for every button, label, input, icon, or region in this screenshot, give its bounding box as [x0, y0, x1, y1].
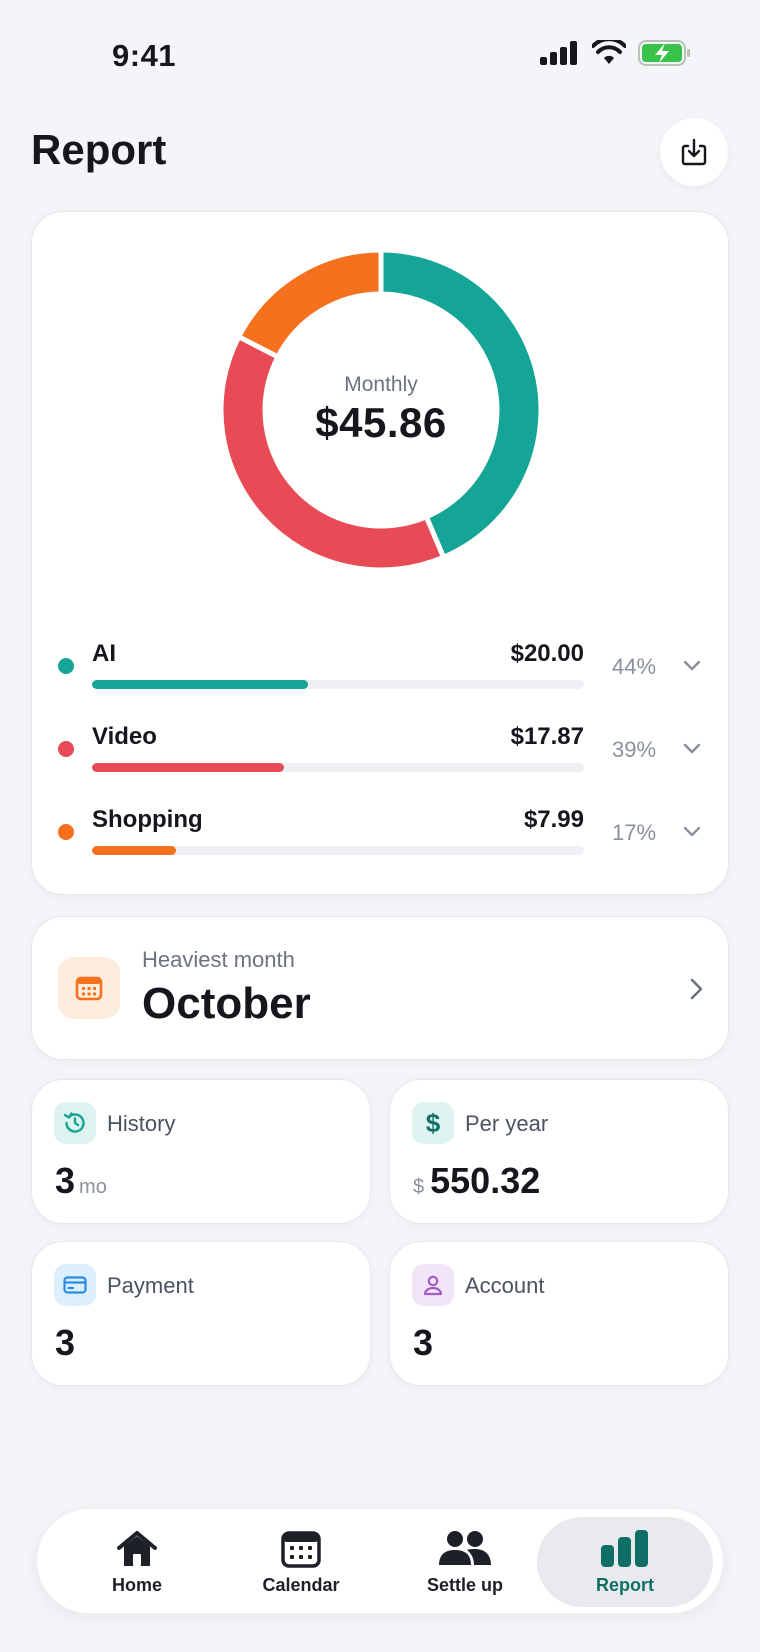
donut-chart: Monthly $45.86 — [213, 242, 549, 578]
category-name: AI — [92, 640, 116, 667]
user-icon — [423, 1275, 443, 1296]
status-icons — [540, 40, 692, 66]
download-icon — [681, 138, 707, 166]
category-row-shopping[interactable]: Shopping $7.99 17% — [32, 802, 730, 872]
category-progress-fill — [92, 680, 309, 689]
tab-report-label: Report — [596, 1574, 654, 1595]
category-amount: $7.99 — [523, 806, 584, 833]
calendar-icon — [281, 1530, 321, 1568]
tab-settle-up[interactable]: Settle up — [377, 1517, 553, 1607]
tab-bar: Home Calendar Settle up Report — [36, 1508, 724, 1614]
per-year-stat-card[interactable]: $ Per year $550.32 — [389, 1079, 729, 1224]
history-value-number: 3 — [55, 1160, 76, 1201]
category-amount: $17.87 — [510, 723, 584, 750]
donut-center-value: $45.86 — [315, 399, 447, 446]
history-unit: mo — [79, 1176, 107, 1198]
category-name: Video — [92, 723, 157, 750]
tab-report[interactable]: Report — [537, 1517, 713, 1607]
chevron-down-icon[interactable] — [680, 820, 704, 844]
category-progress-fill — [92, 763, 284, 772]
export-button[interactable] — [660, 118, 728, 186]
category-progress-track — [92, 846, 584, 855]
category-dot — [58, 741, 74, 757]
tab-calendar-label: Calendar — [262, 1574, 340, 1595]
tab-home[interactable]: Home — [49, 1517, 225, 1607]
category-progress-track — [92, 680, 584, 689]
category-percent: 39% — [612, 737, 657, 762]
per-year-icon-box: $ — [412, 1102, 454, 1144]
category-row-video[interactable]: Video $17.87 39% — [32, 719, 730, 789]
spending-breakdown-card: Monthly $45.86 AI $20.00 44% Video $17.8… — [31, 211, 729, 895]
category-name: Shopping — [92, 806, 203, 833]
category-dot — [58, 658, 74, 674]
payment-label: Payment — [107, 1273, 194, 1298]
status-bar: 9:41 — [0, 0, 760, 110]
payment-icon-box — [54, 1264, 96, 1306]
page-title: Report — [31, 126, 167, 173]
battery-charging-icon — [638, 40, 690, 66]
payment-stat-card[interactable]: Payment 3 — [31, 1241, 371, 1386]
tab-home-label: Home — [111, 1574, 162, 1595]
per-year-value-number: 550.32 — [430, 1160, 541, 1201]
history-icon-box — [54, 1102, 96, 1144]
cellular-signal-icon — [540, 41, 577, 65]
tab-settle-up-label: Settle up — [426, 1574, 503, 1595]
account-stat-card[interactable]: Account 3 — [389, 1241, 729, 1386]
bar-chart-icon — [601, 1529, 648, 1567]
wifi-icon — [592, 40, 626, 64]
chevron-down-icon[interactable] — [680, 654, 704, 678]
account-label: Account — [465, 1273, 545, 1298]
category-progress-track — [92, 763, 584, 772]
category-percent: 44% — [612, 654, 657, 679]
heaviest-month-card[interactable]: Heaviest month October — [31, 916, 729, 1060]
calendar-icon — [75, 976, 103, 1001]
chevron-right-icon — [690, 978, 703, 1000]
history-value: 3 mo — [55, 1160, 107, 1202]
per-year-prefix: $ — [413, 1176, 425, 1198]
heaviest-month-label: Heaviest month — [142, 947, 295, 972]
credit-card-icon — [63, 1276, 87, 1294]
status-time: 9:41 — [112, 38, 177, 73]
people-icon — [439, 1530, 491, 1565]
account-value: 3 — [413, 1322, 434, 1363]
account-icon-box — [412, 1264, 454, 1306]
per-year-label: Per year — [465, 1111, 549, 1136]
payment-value: 3 — [55, 1322, 76, 1363]
tab-calendar[interactable]: Calendar — [213, 1517, 389, 1607]
history-label: History — [107, 1111, 176, 1136]
category-amount: $20.00 — [510, 640, 584, 667]
history-icon — [63, 1112, 85, 1133]
dollar-icon: $ — [425, 1107, 441, 1138]
category-dot — [58, 824, 74, 840]
chevron-down-icon[interactable] — [680, 737, 704, 761]
donut-center: Monthly $45.86 — [213, 242, 549, 578]
category-progress-fill — [92, 846, 176, 855]
history-stat-card[interactable]: History 3 mo — [31, 1079, 371, 1224]
house-icon — [117, 1530, 157, 1566]
category-percent: 17% — [612, 820, 657, 845]
category-row-ai[interactable]: AI $20.00 44% — [32, 636, 730, 706]
heaviest-month-value: October — [142, 979, 311, 1028]
donut-center-label: Monthly — [344, 373, 418, 396]
per-year-value: $550.32 — [413, 1160, 540, 1202]
heaviest-month-icon-box — [58, 957, 120, 1019]
